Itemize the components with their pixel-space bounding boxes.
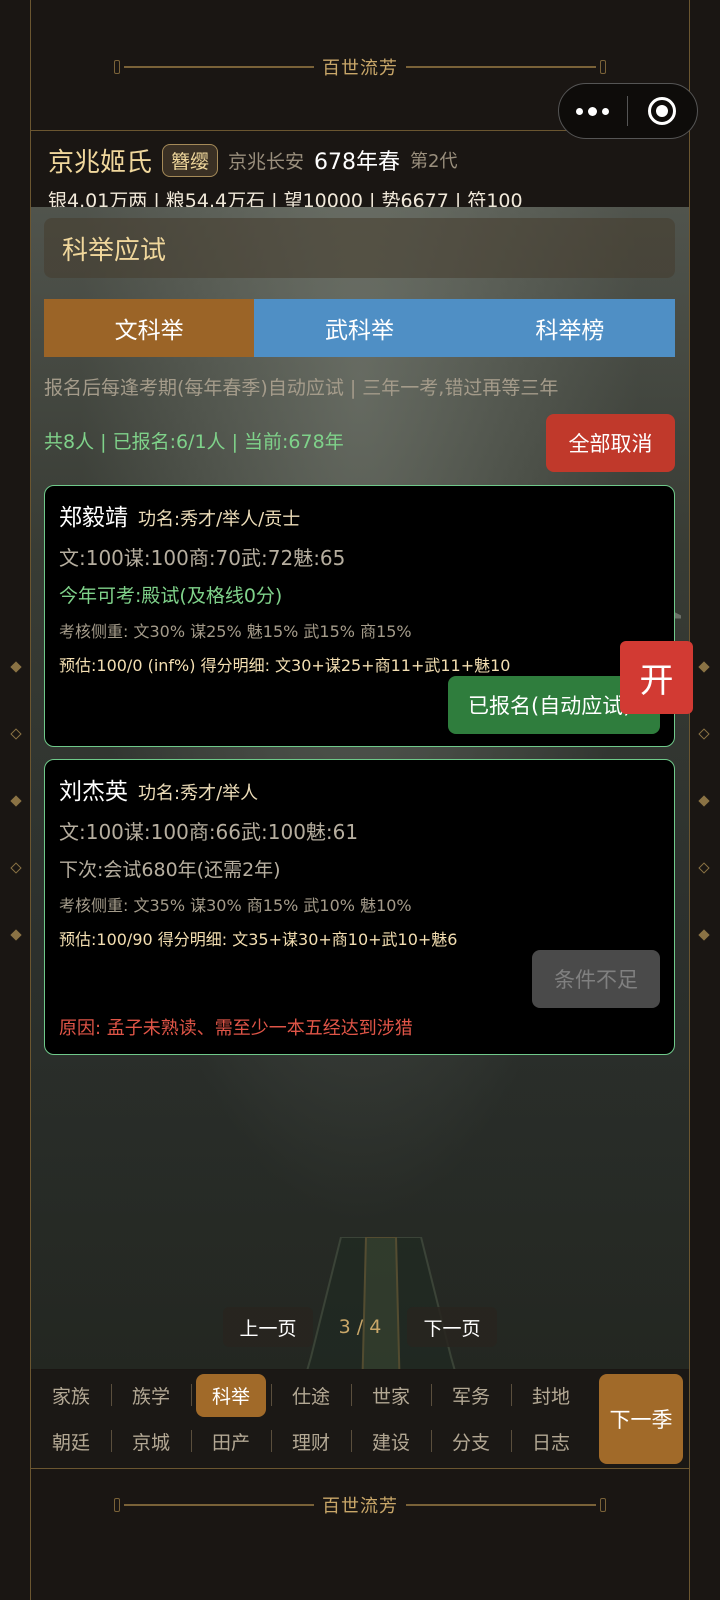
nav-item-label: 田产 (211, 1431, 250, 1454)
nav-item-label: 朝廷 (51, 1431, 90, 1454)
current-year: 678年春 (314, 150, 401, 175)
generation: 第2代 (410, 151, 458, 172)
exam-focus: 考核侧重: 文30% 谋25% 魅15% 武15% 商15% (59, 622, 412, 641)
page-indicator: 3 / 4 (338, 1316, 382, 1338)
nav-item-label: 世家 (371, 1385, 410, 1408)
nav-item-label: 日志 (531, 1431, 570, 1454)
banner-title: 百世流芳 (322, 58, 398, 79)
floating-open-button[interactable]: 开 (620, 641, 693, 714)
nav-item-label: 仕途 (291, 1385, 330, 1408)
close-target-icon[interactable] (628, 97, 698, 125)
bottom-banner: 百世流芳 (30, 1480, 690, 1530)
next-exam-info: 下次:会试680年(还需2年) (59, 859, 281, 881)
nav-item-label: 封地 (531, 1385, 570, 1408)
nav-item-label: 族学 (131, 1385, 170, 1408)
nav-item-label: 分支 (451, 1431, 490, 1454)
candidate-rank: 功名:秀才/举人/贡士 (138, 509, 301, 530)
nav-item[interactable]: 朝廷 (31, 1418, 111, 1464)
pagination: 上一页 3 / 4 下一页 (0, 1307, 720, 1347)
robed-figure-illustration (306, 1237, 456, 1369)
right-side-ornament (698, 655, 710, 941)
clan-status-badge: 簪缨 (162, 143, 219, 177)
nav-item[interactable]: 田产 (191, 1418, 271, 1464)
exam-rule-note: 报名后每逢考期(每年春季)自动应试 | 三年一考,错过再等三年 (44, 377, 559, 399)
candidate-stats: 文:100谋:100商:70武:72魅:65 (59, 546, 346, 570)
candidate-stats: 文:100谋:100商:66武:100魅:61 (59, 820, 359, 844)
tab-military-exam[interactable]: 武科举 (254, 299, 465, 357)
score-estimate: 预估:100/0 (inf%) 得分明细: 文30+谋25+商11+武11+魅1… (59, 656, 511, 675)
candidate-name: 刘杰英 (59, 779, 128, 805)
bottom-navigation: 家族 族学 科举 仕途 世家 军务 封地 朝廷 京城 田产 理财 建设 分支 日志 下一季 (31, 1370, 689, 1468)
candidate-rank: 功名:秀才/举人 (138, 783, 259, 804)
nav-row-2: 朝廷 京城 田产 理财 建设 分支 日志 (31, 1418, 591, 1464)
nav-item[interactable]: 仕途 (271, 1372, 351, 1418)
tab-exam-ranking[interactable]: 科举榜 (464, 299, 675, 357)
candidate-card: 刘杰英 功名:秀才/举人 文:100谋:100商:66武:100魅:61 下次:… (44, 759, 675, 1055)
frame-bottom-divider (30, 1468, 690, 1469)
exam-eligibility: 今年可考:殿试(及格线0分) (59, 585, 283, 607)
exam-tabs: 文科举 武科举 科举榜 (44, 299, 675, 357)
more-menu-icon[interactable] (559, 106, 627, 116)
nav-item[interactable]: 理财 (271, 1418, 351, 1464)
score-estimate: 预估:100/90 得分明细: 文35+谋30+商10+武10+魅6 (59, 930, 458, 949)
banner-title: 百世流芳 (322, 1496, 398, 1517)
candidate-card: 郑毅靖 功名:秀才/举人/贡士 文:100谋:100商:70武:72魅:65 今… (44, 485, 675, 747)
registration-summary: 共8人 | 已报名:6/1人 | 当前:678年 (44, 431, 344, 453)
candidate-name: 郑毅靖 (59, 505, 128, 531)
frame-right-border (689, 0, 690, 1600)
nav-item[interactable]: 科举 (191, 1372, 271, 1418)
tab-civil-exam[interactable]: 文科举 (44, 299, 255, 357)
left-side-ornament (10, 655, 22, 941)
clan-header: 京兆姬氏 簪缨 京兆长安 678年春 第2代 银4.01万两 | 粮54.4万石… (48, 140, 690, 213)
nav-item-label: 京城 (131, 1431, 170, 1454)
nav-item-label: 建设 (371, 1431, 410, 1454)
nav-item-label: 家族 (51, 1385, 90, 1408)
prev-page-button[interactable]: 上一页 (223, 1307, 313, 1347)
nav-item[interactable]: 建设 (351, 1418, 431, 1464)
nav-item[interactable]: 家族 (31, 1372, 111, 1418)
next-season-button[interactable]: 下一季 (599, 1374, 683, 1464)
clan-name: 京兆姬氏 (48, 147, 153, 178)
nav-item-label: 科举 (195, 1373, 266, 1417)
nav-item[interactable]: 世家 (351, 1372, 431, 1418)
nav-item[interactable]: 日志 (511, 1418, 591, 1464)
panel-title: 科举应试 (44, 218, 675, 278)
clan-location: 京兆长安 (228, 150, 305, 173)
next-page-button[interactable]: 下一页 (407, 1307, 497, 1347)
miniprogram-capsule (558, 83, 698, 139)
nav-item[interactable]: 分支 (431, 1418, 511, 1464)
ineligibility-reason: 原因: 孟子未熟读、需至少一本五经达到涉猎 (59, 1018, 413, 1039)
nav-item[interactable]: 封地 (511, 1372, 591, 1418)
nav-item-label: 理财 (291, 1431, 330, 1454)
nav-item[interactable]: 族学 (111, 1372, 191, 1418)
nav-item[interactable]: 军务 (431, 1372, 511, 1418)
cancel-all-button[interactable]: 全部取消 (546, 414, 675, 472)
nav-row-1: 家族 族学 科举 仕途 世家 军务 封地 (31, 1372, 591, 1418)
insufficient-conditions-button[interactable]: 条件不足 (532, 950, 660, 1008)
nav-item[interactable]: 京城 (111, 1418, 191, 1464)
exam-focus: 考核侧重: 文35% 谋30% 商15% 武10% 魅10% (59, 896, 412, 915)
nav-item-label: 军务 (451, 1385, 490, 1408)
